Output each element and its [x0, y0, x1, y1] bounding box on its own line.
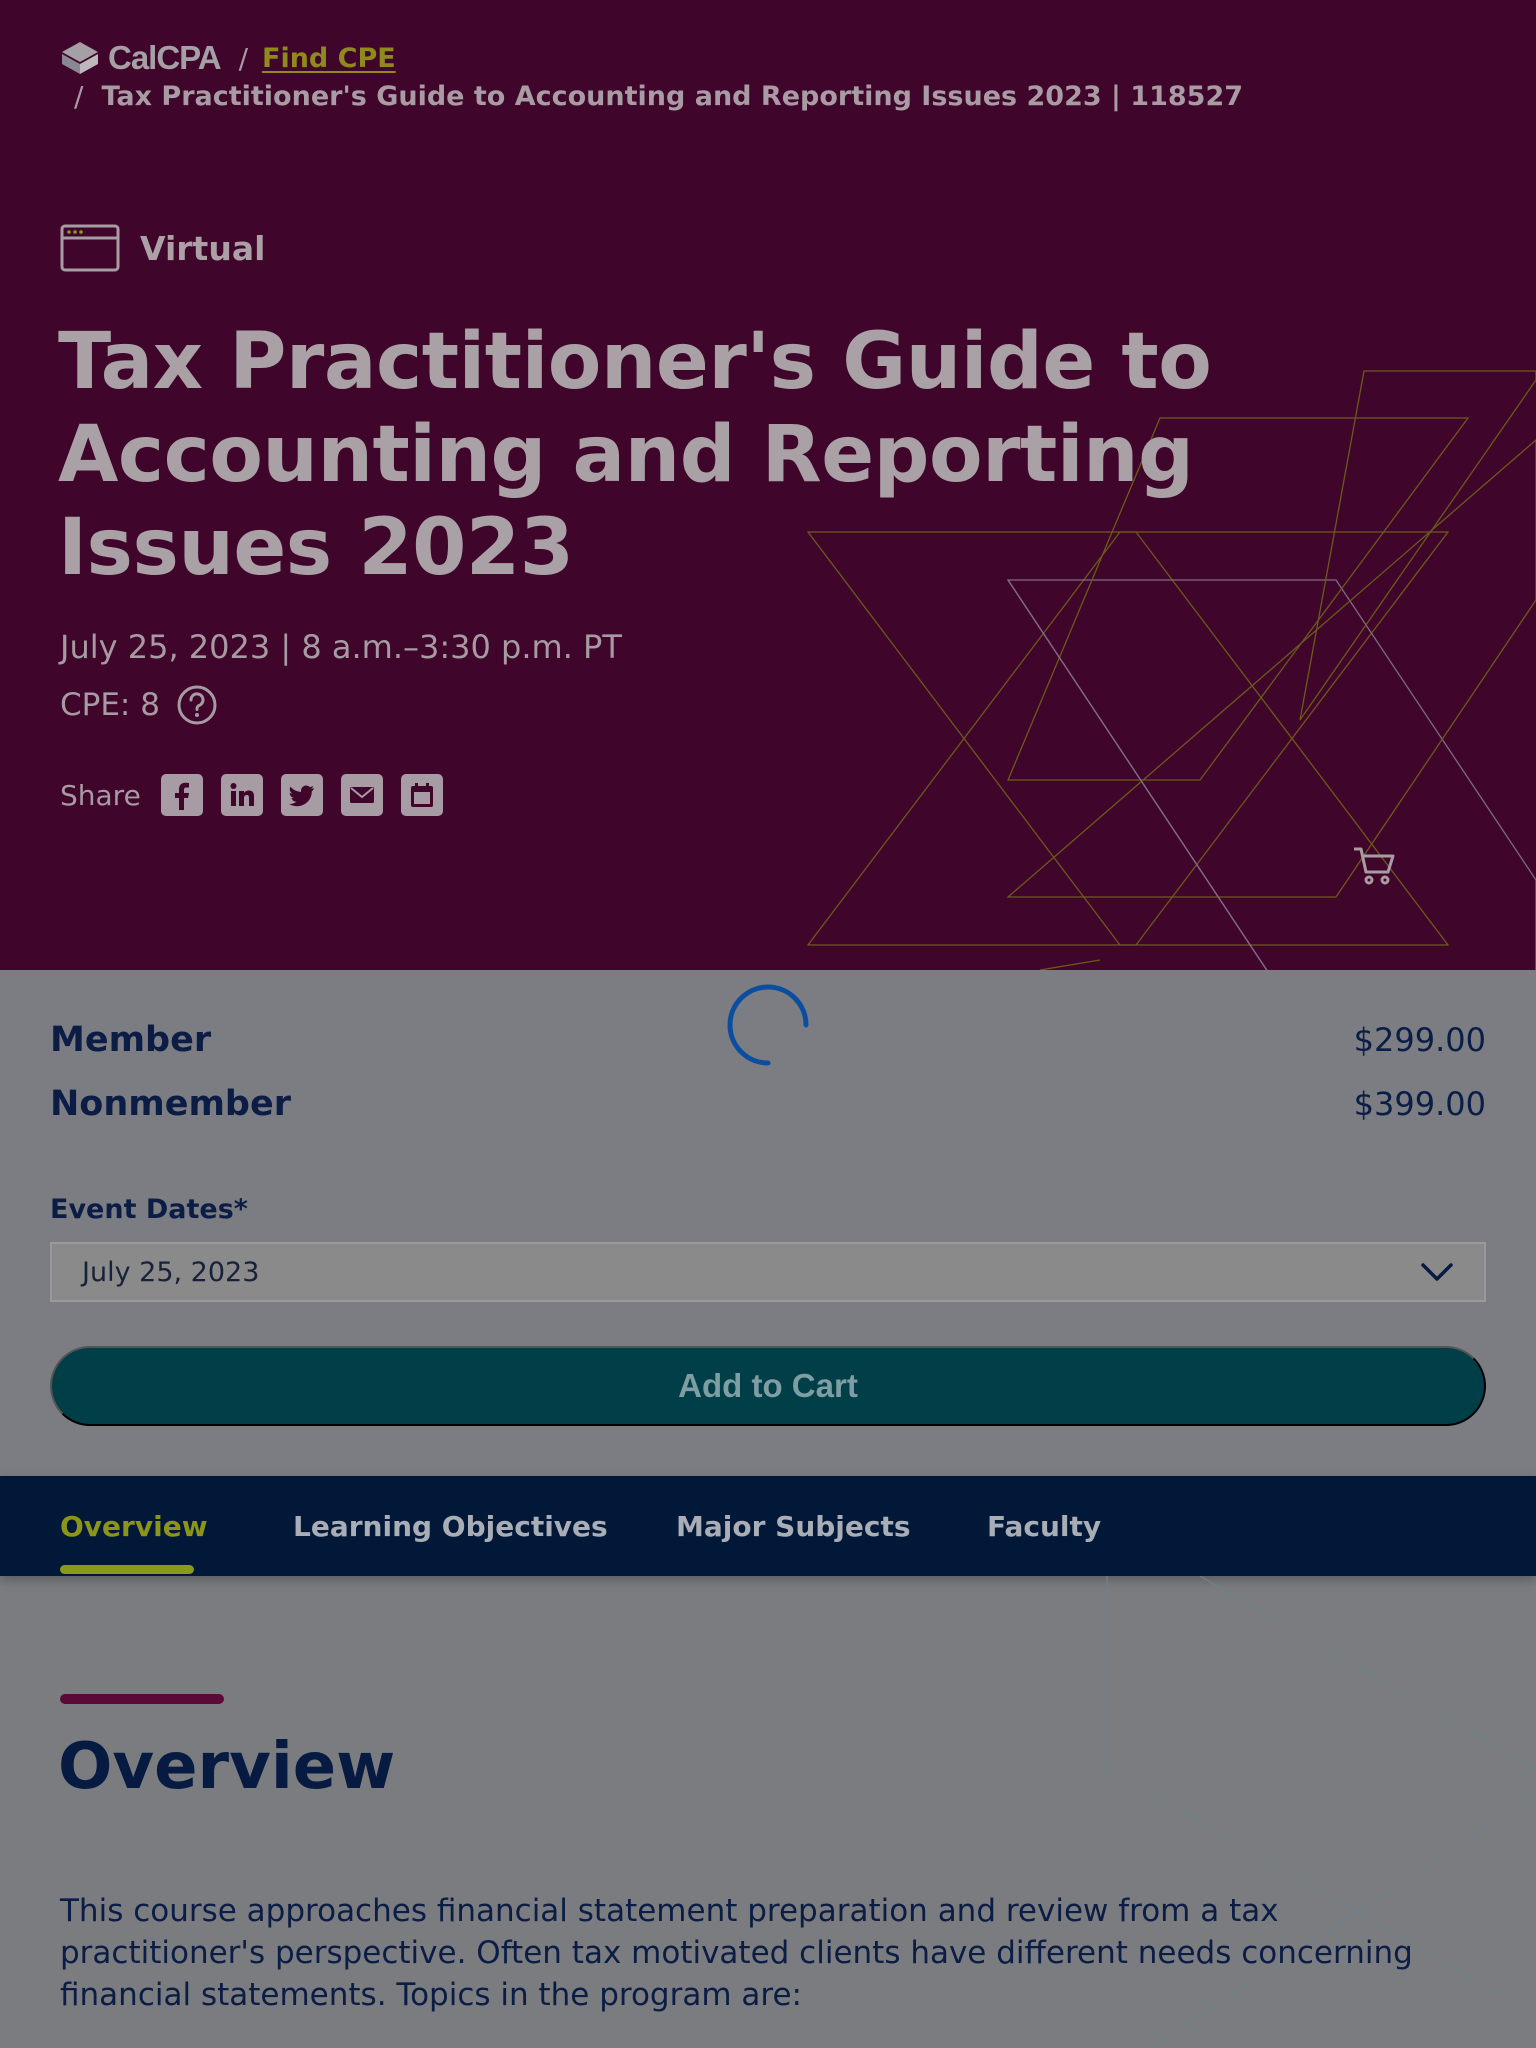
member-price-row: Member $299.00	[50, 1020, 1486, 1060]
breadcrumb-separator: /	[74, 80, 84, 113]
tab-overview[interactable]: Overview	[60, 1476, 208, 1576]
cpe-label: CPE: 8	[60, 687, 160, 723]
breadcrumb-current: Tax Practitioner's Guide to Accounting a…	[101, 81, 1244, 112]
format-badge: Virtual	[60, 224, 265, 272]
event-datetime: July 25, 2023 | 8 a.m.–3:30 p.m. PT	[60, 628, 622, 666]
add-to-cart-button[interactable]: Add to Cart	[50, 1346, 1486, 1426]
breadcrumb: CalCPA / Find CPE / Tax Practitioner's G…	[60, 39, 1244, 113]
linkedin-icon[interactable]	[220, 774, 263, 816]
event-dates-label: Event Dates*	[50, 1194, 248, 1225]
section-tabs: Overview Learning Objectives Major Subje…	[0, 1476, 1536, 1576]
tab-learning-objectives[interactable]: Learning Objectives	[293, 1476, 608, 1576]
breadcrumb-separator: /	[238, 41, 249, 75]
hero-section: CalCPA / Find CPE / Tax Practitioner's G…	[0, 0, 1536, 970]
tab-faculty[interactable]: Faculty	[987, 1476, 1101, 1576]
format-label: Virtual	[140, 228, 266, 268]
help-question-icon[interactable]	[176, 684, 218, 726]
overview-heading: Overview	[58, 1730, 396, 1804]
page-title: Tax Practitioner's Guide to Accounting a…	[58, 317, 1212, 593]
share-label: Share	[60, 778, 141, 812]
share-bar: Share	[60, 774, 443, 816]
event-dates-select[interactable]: July 25, 2023	[50, 1242, 1486, 1302]
nonmember-price: $399.00	[1353, 1085, 1486, 1123]
member-label: Member	[50, 1020, 212, 1060]
cpe-credits: CPE: 8	[60, 684, 218, 726]
overview-body: This course approaches financial stateme…	[60, 1893, 1413, 2013]
tab-major-subjects[interactable]: Major Subjects	[676, 1476, 911, 1576]
facebook-icon[interactable]	[160, 774, 203, 816]
event-dates-selected-value: July 25, 2023	[82, 1256, 260, 1288]
brand-name: CalCPA	[108, 39, 222, 76]
active-tab-indicator	[60, 1565, 194, 1574]
chevron-down-icon	[1421, 1263, 1453, 1281]
twitter-icon[interactable]	[280, 774, 323, 816]
email-icon[interactable]	[340, 774, 383, 816]
nonmember-label: Nonmember	[50, 1084, 291, 1124]
calendar-icon[interactable]	[400, 774, 443, 816]
shopping-cart-icon[interactable]	[1352, 846, 1396, 886]
calcpa-logo[interactable]: CalCPA	[60, 39, 222, 77]
nonmember-price-row: Nonmember $399.00	[50, 1084, 1486, 1124]
member-price: $299.00	[1353, 1021, 1486, 1059]
calcpa-logo-mark-icon	[62, 42, 98, 74]
section-accent-bar	[60, 1694, 224, 1704]
browser-window-icon	[60, 224, 120, 272]
breadcrumb-find-cpe-link[interactable]: Find CPE	[262, 43, 396, 74]
